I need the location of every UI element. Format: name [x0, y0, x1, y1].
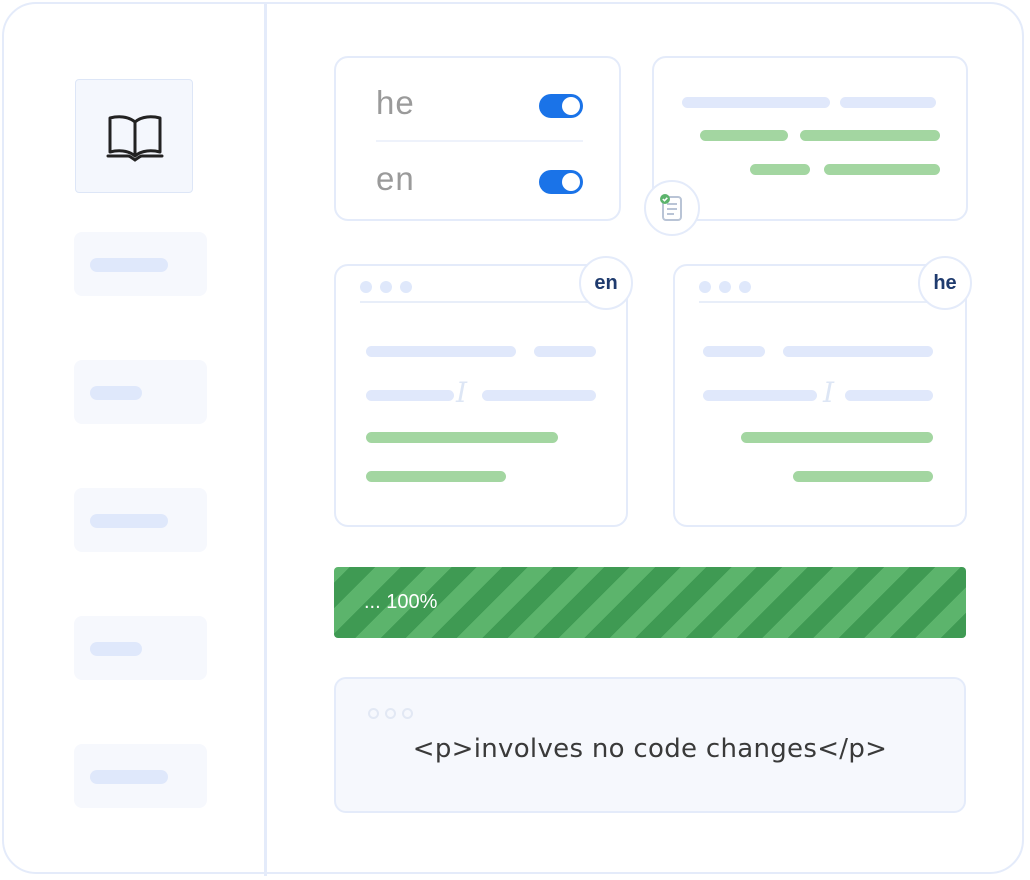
language-badge-en[interactable]: en [579, 256, 633, 310]
sidebar-divider [264, 4, 267, 876]
app-logo[interactable] [75, 79, 193, 193]
window-controls [368, 706, 419, 724]
text-placeholder [366, 346, 516, 357]
preview-card-he: I [673, 264, 967, 527]
sidebar-item-placeholder [90, 386, 142, 400]
translated-text-placeholder [366, 471, 506, 482]
translated-text-placeholder [366, 432, 558, 443]
text-placeholder [534, 346, 596, 357]
sidebar-item-placeholder [90, 642, 142, 656]
translated-text-placeholder [700, 130, 788, 141]
window-dot [719, 281, 731, 293]
language-settings-card: he en [334, 56, 621, 221]
toggle-en[interactable] [539, 170, 583, 194]
sidebar-item-placeholder [90, 514, 168, 528]
window-dot [402, 708, 413, 719]
sidebar-item[interactable] [74, 232, 207, 296]
source-text-placeholder [840, 97, 936, 108]
sidebar-item[interactable] [74, 360, 207, 424]
sidebar-item-placeholder [90, 770, 168, 784]
translated-text-placeholder [800, 130, 940, 141]
code-snippet-card: <p>involves no code changes</p> [334, 677, 966, 813]
translated-text-placeholder [793, 471, 933, 482]
translated-text-placeholder [741, 432, 933, 443]
window-dot [368, 708, 379, 719]
source-text-placeholder [682, 97, 830, 108]
sidebar-item[interactable] [74, 616, 207, 680]
sidebar-item[interactable] [74, 744, 207, 808]
text-placeholder [703, 346, 765, 357]
text-placeholder [783, 346, 933, 357]
toggle-knob [562, 173, 580, 191]
window-controls [699, 280, 759, 298]
open-book-icon [106, 115, 164, 162]
document-check-badge [644, 180, 700, 236]
sidebar-item[interactable] [74, 488, 207, 552]
text-placeholder [482, 390, 596, 401]
language-badge-he[interactable]: he [918, 256, 972, 310]
translation-progress-bar: ... 100% [334, 567, 966, 638]
language-label-he: he [376, 84, 415, 121]
window-dot [360, 281, 372, 293]
text-cursor-icon: I [456, 376, 468, 409]
language-label-en: en [376, 160, 415, 197]
sidebar-item-placeholder [90, 258, 168, 272]
code-snippet-text: <p>involves no code changes</p> [412, 734, 888, 764]
document-check-icon [660, 194, 682, 221]
window-dot [400, 281, 412, 293]
text-placeholder [366, 390, 454, 401]
window-controls [360, 280, 420, 298]
translated-text-placeholder [824, 164, 940, 175]
text-cursor-icon: I [823, 376, 835, 409]
window-dot [380, 281, 392, 293]
preview-header-divider [699, 301, 943, 303]
row-divider [376, 140, 583, 142]
text-placeholder [845, 390, 933, 401]
window-dot [739, 281, 751, 293]
window-dot [385, 708, 396, 719]
window-dot [699, 281, 711, 293]
progress-label: ... 100% [364, 591, 438, 613]
text-placeholder [703, 390, 817, 401]
preview-card-en: I [334, 264, 628, 527]
toggle-knob [562, 97, 580, 115]
translated-text-placeholder [750, 164, 810, 175]
toggle-he[interactable] [539, 94, 583, 118]
preview-header-divider [360, 301, 604, 303]
